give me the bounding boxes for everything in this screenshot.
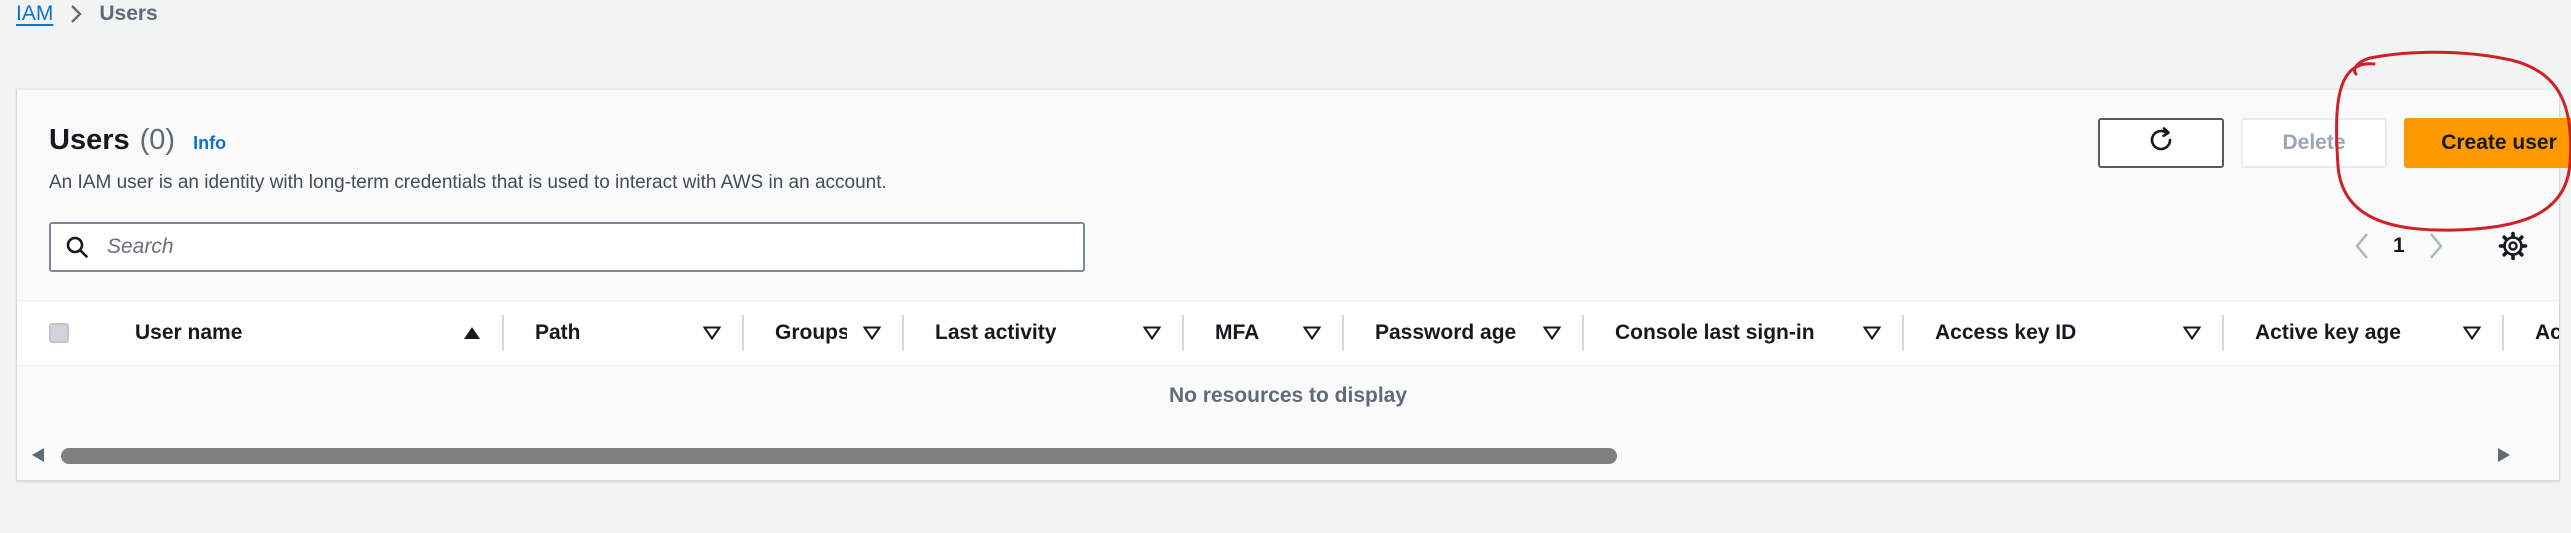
chevron-left-icon[interactable] [2351,231,2373,261]
sort-icon[interactable] [703,301,721,365]
page-title: Users (0) Info [49,124,226,157]
sort-icon[interactable] [2463,301,2481,365]
sort-icon[interactable] [1543,301,1561,365]
search-icon [63,233,91,261]
info-link[interactable]: Info [193,133,226,154]
sort-icon[interactable] [1303,301,1321,365]
users-panel: Users (0) Info An IAM user is an identit… [16,88,2571,481]
refresh-icon [2146,125,2176,161]
column-divider[interactable] [1582,315,1584,351]
search-field[interactable] [49,222,1085,272]
page-description: An IAM user is an identity with long-ter… [49,172,887,193]
column-divider[interactable] [2222,315,2224,351]
column-divider[interactable] [502,315,504,351]
chevron-right-icon[interactable] [2425,231,2447,261]
users-count: (0) [139,124,176,156]
column-header-path[interactable]: Path [535,301,581,365]
sort-icon[interactable] [1143,301,1161,365]
sort-icon[interactable] [1863,301,1881,365]
chevron-right-icon [67,5,85,23]
sort-icon[interactable] [863,301,881,365]
column-divider[interactable] [2502,315,2504,351]
column-header-mfa[interactable]: MFA [1215,301,1259,365]
column-header-last-activity[interactable]: Last activity [935,301,1056,365]
column-divider[interactable] [1342,315,1344,351]
breadcrumb: IAM Users [16,0,158,28]
page-title-text: Users [49,124,130,156]
scrollbar-thumb[interactable] [61,448,1617,464]
page-number[interactable]: 1 [2393,234,2405,258]
delete-button[interactable]: Delete [2241,118,2387,168]
breadcrumb-current: Users [99,2,158,25]
empty-state-message: No resources to display [1168,384,1408,407]
column-header-user-name[interactable]: User name [135,301,242,365]
breadcrumb-link-iam[interactable]: IAM [16,2,53,26]
scroll-right-arrow-icon[interactable] [2495,446,2513,464]
column-divider[interactable] [742,315,744,351]
horizontal-scrollbar[interactable] [17,440,2559,470]
column-divider[interactable] [1902,315,1904,351]
create-user-button[interactable]: Create user [2404,118,2571,168]
pagination: 1 [2351,228,2447,264]
search-input[interactable] [105,234,1069,260]
gear-icon[interactable] [2497,230,2529,262]
column-header-truncated[interactable]: Ac [2535,301,2559,365]
sort-icon[interactable] [2183,301,2201,365]
scroll-left-arrow-icon[interactable] [29,446,47,464]
column-divider[interactable] [902,315,904,351]
column-header-password-age[interactable]: Password age [1375,301,1516,365]
select-all-checkbox[interactable] [49,323,69,343]
table-header: User name Path Groups Last activity MFA … [17,300,2559,366]
column-header-console-last-sign-in[interactable]: Console last sign-in [1615,301,1815,365]
sort-ascending-icon[interactable] [463,301,481,365]
column-header-access-key-id[interactable]: Access key ID [1935,301,2076,365]
column-divider[interactable] [1182,315,1184,351]
refresh-button[interactable] [2098,118,2224,168]
column-header-active-key-age[interactable]: Active key age [2255,301,2401,365]
column-header-groups[interactable]: Groups [775,301,847,365]
